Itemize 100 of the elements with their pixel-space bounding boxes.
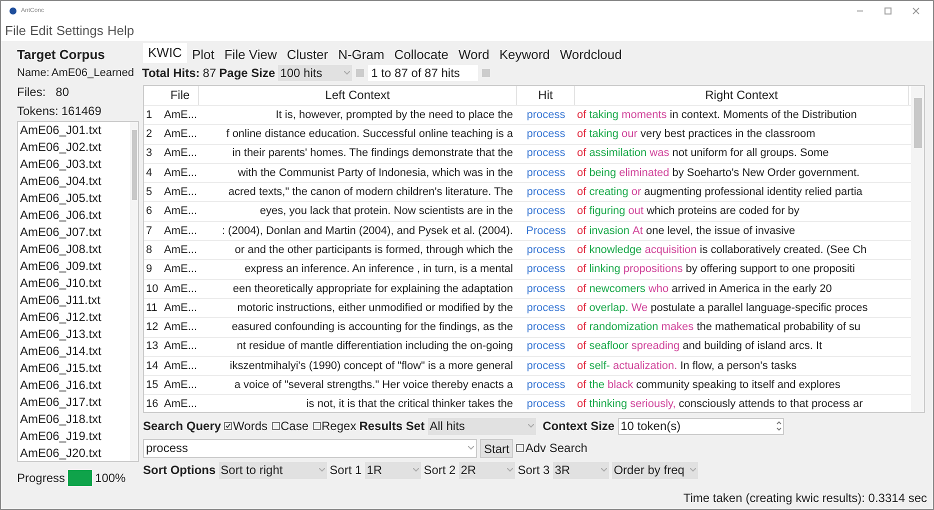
- checkbox[interactable]: [224, 422, 232, 430]
- row-number: 16: [145, 397, 160, 412]
- checkbox[interactable]: [516, 444, 524, 452]
- file-list-item[interactable]: AmE06_J12.txt: [20, 308, 130, 326]
- table-cell-text: AmE...: [163, 358, 198, 374]
- file-list-item[interactable]: AmE06_J08.txt: [20, 240, 130, 258]
- table-cell-text: AmE...: [163, 397, 198, 412]
- table-cell-text: AmE...: [163, 224, 198, 239]
- table-cell-text: AmE...: [163, 282, 198, 297]
- menu-item[interactable]: File: [5, 21, 26, 41]
- checkbox-label[interactable]: Case: [280, 417, 309, 435]
- checkbox[interactable]: [312, 422, 321, 430]
- results-set-dropdown[interactable]: All hits: [428, 418, 536, 434]
- table-cell-text: or and the other participants is formed, through which the: [234, 242, 513, 258]
- file-list-item[interactable]: AmE06_J13.txt: [20, 326, 130, 343]
- file-list-item[interactable]: AmE06_J05.txt: [20, 190, 130, 207]
- file-list-item[interactable]: AmE06_J15.txt: [20, 360, 130, 377]
- file-list-item[interactable]: AmE06_J09.txt: [20, 258, 130, 275]
- file-list-item[interactable]: AmE06_J20.txt: [20, 444, 130, 461]
- search-field[interactable]: process: [143, 438, 477, 458]
- table-cell-text: of assimilation was not uniform for all groups. Some: [576, 146, 830, 162]
- row-number: 6: [145, 204, 154, 220]
- field-label: Name:: [17, 66, 50, 81]
- file-list-item[interactable]: AmE06_J16.txt: [20, 376, 130, 394]
- tab[interactable]: KWIC: [143, 43, 187, 63]
- context-size-spinner[interactable]: 10 token(s): [618, 418, 784, 434]
- close-icon[interactable]: [911, 6, 921, 16]
- table-cell-text: of creating or augmenting professional identity relied partia: [576, 185, 864, 200]
- table-cell-text: nt residue of mantle differentiation including the on-going: [236, 339, 513, 354]
- file-list-item[interactable]: AmE06_J11.txt: [20, 292, 130, 309]
- start-button[interactable]: Start: [480, 438, 514, 458]
- table-cell-text: of being eliminated by Soeharto's New Order government.: [576, 166, 861, 181]
- file-list-item[interactable]: AmE06_J03.txt: [20, 156, 130, 173]
- scrollbar[interactable]: [130, 122, 138, 461]
- row-number: 7: [145, 224, 154, 239]
- file-list-item[interactable]: AmE06_J02.txt: [20, 138, 130, 156]
- hit-word: process: [526, 320, 566, 336]
- table-cell-text: It is, however, prompted by the need to place the: [276, 108, 513, 123]
- row-number: 10: [145, 282, 160, 297]
- checkbox-label[interactable]: Adv Search: [525, 439, 588, 457]
- token-count: 161469: [61, 102, 102, 120]
- table-cell-text: express an inference. An inference , in turn, is a mental: [244, 262, 513, 278]
- field-label: Search Query: [143, 418, 222, 435]
- column-header[interactable]: Hit: [517, 86, 575, 105]
- table-cell-text: AmE...: [163, 185, 198, 200]
- caret-icon: [600, 468, 607, 472]
- status-text: Time taken (creating kwic results): 0.3314 sec: [683, 490, 927, 507]
- table-cell-text: AmE...: [163, 204, 198, 220]
- table-cell-text: AmE...: [163, 339, 198, 354]
- hit-word: process: [526, 127, 566, 142]
- file-list-item[interactable]: AmE06_J04.txt: [20, 172, 130, 190]
- table-cell-text: AmE...: [163, 242, 198, 258]
- caret-icon: [344, 70, 350, 74]
- file-list-item[interactable]: AmE06_J17.txt: [20, 394, 130, 411]
- order-dropdown[interactable]: Order by freq: [612, 462, 698, 478]
- menu-item[interactable]: Edit: [30, 21, 52, 41]
- column-header[interactable]: Right Context: [575, 86, 909, 105]
- file-list-item[interactable]: AmE06_J14.txt: [20, 342, 130, 360]
- menu-item[interactable]: Settings: [56, 21, 104, 41]
- table-cell-text: with the Communist Party of Indonesia, which was in the: [238, 166, 513, 181]
- field-label: Tokens:: [17, 102, 58, 120]
- page-range-field: 1 to 87 of 87 hits: [368, 64, 478, 80]
- field-label: Sort 3: [518, 462, 550, 479]
- file-list-item[interactable]: AmE06_J19.txt: [20, 428, 130, 445]
- table-cell-text: AmE...: [163, 166, 198, 181]
- table-cell-text: of invasion At one level, the issue of invasive: [576, 224, 796, 239]
- file-list-item[interactable]: AmE06_J01.txt: [20, 122, 130, 139]
- column-header[interactable]: Left Context: [199, 86, 517, 105]
- file-list-item[interactable]: AmE06_J10.txt: [20, 274, 130, 292]
- file-list-item[interactable]: AmE06_J06.txt: [20, 206, 130, 224]
- file-list-item[interactable]: AmE06_J18.txt: [20, 410, 130, 428]
- checkbox-label[interactable]: Words: [233, 417, 268, 435]
- sort-dropdown[interactable]: 2R: [458, 462, 515, 478]
- row-number: 3: [145, 146, 154, 162]
- field-label: Total Hits:: [142, 64, 200, 82]
- progress-bar: [68, 470, 92, 486]
- table-cell-text: AmE...: [163, 146, 198, 162]
- table-cell-text: of self- actualization. In flow, a person's tasks: [576, 358, 798, 374]
- table-cell-text: of taking moments in context. Moments of the Distribution: [576, 108, 858, 123]
- sort-dropdown[interactable]: 1R: [364, 462, 421, 478]
- menu-item[interactable]: Help: [107, 21, 134, 41]
- hit-word: process: [526, 262, 566, 278]
- page-size-dropdown[interactable]: 100 hits: [278, 64, 352, 80]
- checkbox[interactable]: [272, 422, 280, 430]
- scrollbar[interactable]: [911, 86, 924, 412]
- hit-word: process: [526, 339, 566, 354]
- table-cell-text: AmE...: [163, 300, 198, 316]
- row-number: 1: [145, 108, 154, 123]
- hit-word: process: [526, 300, 566, 316]
- maximize-icon[interactable]: [883, 6, 893, 16]
- sort-mode-dropdown[interactable]: Sort to right: [218, 462, 327, 478]
- field-label: Sort 1: [330, 462, 362, 479]
- field-label: Context Size: [542, 418, 615, 435]
- file-list-item[interactable]: AmE06_J07.txt: [20, 224, 130, 241]
- field-label: Results Set: [359, 418, 425, 435]
- table-cell-text: AmE...: [163, 320, 198, 336]
- column-header[interactable]: File: [162, 86, 199, 105]
- checkbox-label[interactable]: Regex: [322, 417, 356, 435]
- table-cell-text: of linking propositions by offering support to one propositi: [576, 262, 856, 278]
- sort-dropdown[interactable]: 3R: [552, 462, 609, 478]
